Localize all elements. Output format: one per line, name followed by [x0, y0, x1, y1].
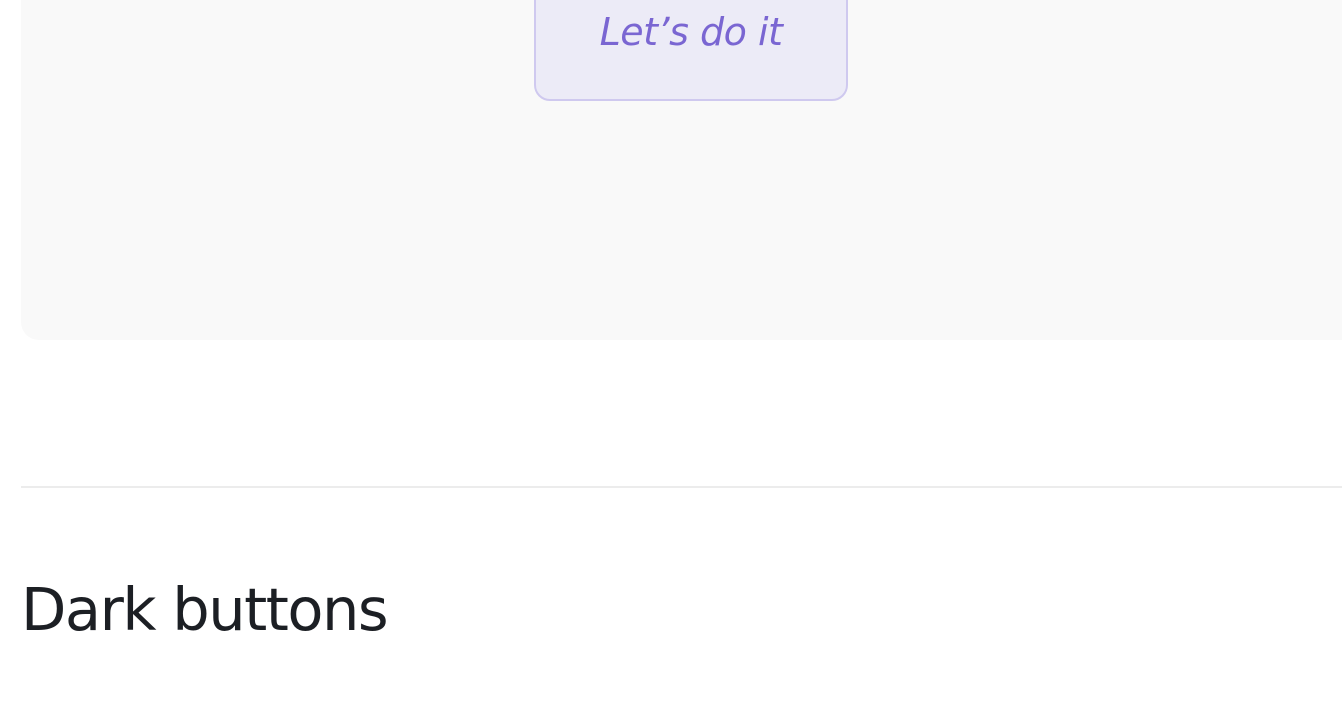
lets-do-it-button-label: Let’s do it — [599, 10, 783, 54]
page: Let’s do it Dark buttons — [0, 0, 1342, 728]
dark-buttons-heading: Dark buttons — [21, 575, 389, 644]
section-divider — [21, 486, 1342, 488]
lets-do-it-button[interactable]: Let’s do it — [534, 0, 848, 101]
